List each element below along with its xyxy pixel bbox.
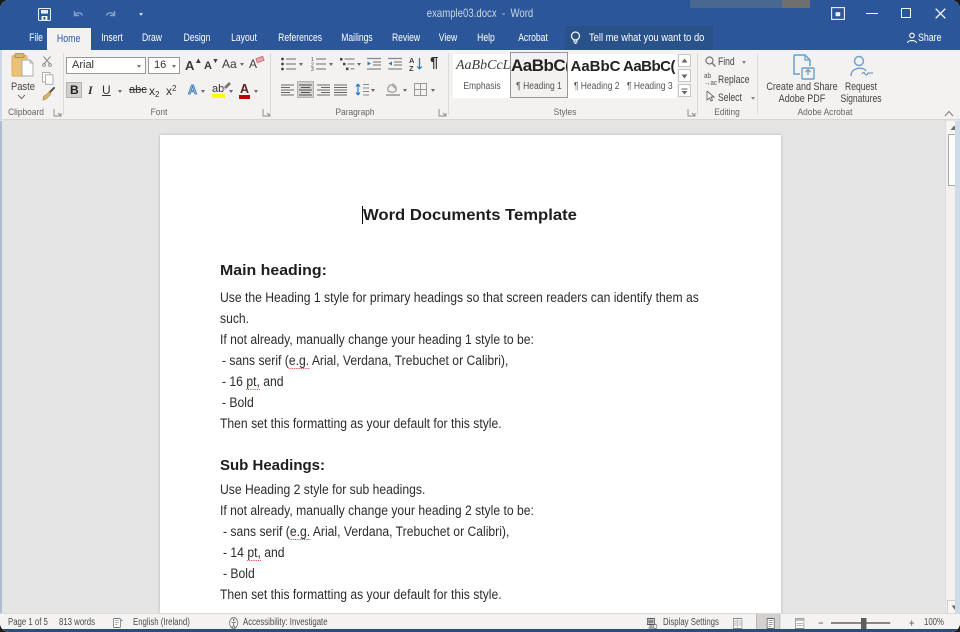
svg-text:Z: Z	[409, 64, 414, 72]
svg-text:3: 3	[311, 67, 314, 71]
